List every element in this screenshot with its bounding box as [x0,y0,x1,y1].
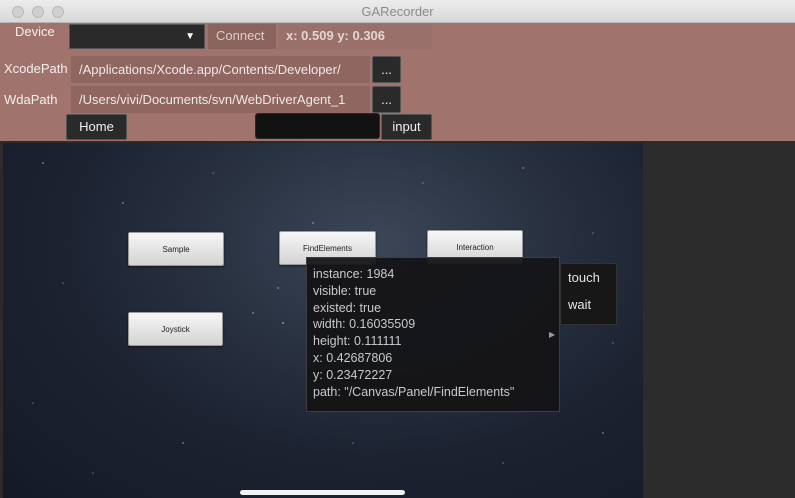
joystick-game-button[interactable]: Joystick [128,312,223,346]
xcode-path-label: XcodePath [4,61,68,76]
sample-game-button[interactable]: Sample [128,232,224,266]
home-button[interactable]: Home [66,114,127,140]
info-x: x: 0.42687806 [313,350,393,365]
menu-item-touch[interactable]: touch [561,264,616,291]
title-bar: GARecorder [0,0,795,23]
info-existed: existed: true [313,300,382,315]
menu-item-wait[interactable]: wait [561,291,616,318]
submenu-arrow-icon: ▶ [549,330,556,339]
home-indicator[interactable] [240,490,405,495]
xcode-browse-button[interactable]: ... [372,56,401,83]
info-width: width: 0.16035509 [313,317,416,332]
element-info-tooltip: instance: 1984 visible: true existed: tr… [306,257,560,412]
xcode-path-field[interactable]: /Applications/Xcode.app/Contents/Develop… [71,56,370,83]
info-path: path: "/Canvas/Panel/FindElements" [313,384,515,399]
chevron-down-icon: ▼ [185,31,195,42]
info-y: y: 0.23472227 [313,367,393,382]
text-input-field[interactable] [255,113,380,139]
input-button[interactable]: input [381,114,432,140]
device-label: Device [15,24,55,39]
connect-button[interactable]: Connect [208,24,276,49]
window-title: GARecorder [361,4,434,19]
side-area [643,143,795,498]
wda-path-label: WdaPath [4,92,58,107]
context-menu: touch wait [560,263,617,325]
info-visible: visible: true [313,283,377,298]
wda-path-field[interactable]: /Users/vivi/Documents/svn/WebDriverAgent… [71,86,370,113]
info-height: height: 0.111111 [313,334,402,349]
coordinate-readout: x: 0.509 y: 0.306 [278,24,432,49]
device-dropdown[interactable]: ▼ [69,24,205,49]
wda-browse-button[interactable]: ... [372,86,401,113]
info-instance: instance: 1984 [313,267,395,281]
